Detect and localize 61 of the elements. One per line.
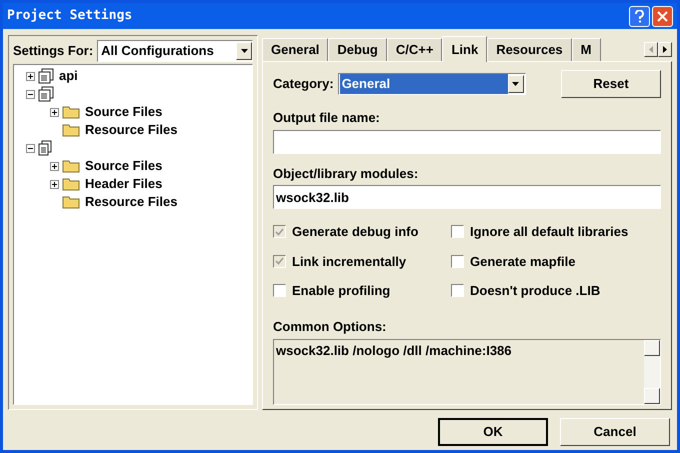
- reset-button[interactable]: Reset: [561, 70, 661, 98]
- folder-icon: [62, 105, 80, 119]
- expand-toggle[interactable]: [50, 180, 59, 188]
- close-icon: [657, 10, 668, 22]
- tab[interactable]: Link: [442, 36, 488, 62]
- common-options-field[interactable]: wsock32.lib /nologo /dll /machine:I386: [273, 339, 661, 405]
- dropdown-arrow-icon: [240, 49, 248, 53]
- project-icon: [38, 86, 54, 102]
- checkbox[interactable]: [273, 284, 286, 298]
- tab[interactable]: General: [262, 38, 328, 61]
- document-icon: [38, 140, 52, 156]
- checkbox-label: Link incrementally: [292, 252, 406, 271]
- common-options-label: Common Options:: [273, 318, 388, 336]
- help-icon: [635, 10, 644, 22]
- tree-item[interactable]: api: [59, 66, 78, 86]
- expand-toggle[interactable]: [50, 162, 59, 170]
- window-title: Project Settings: [7, 7, 132, 26]
- tree-item[interactable]: Source Files: [85, 102, 162, 122]
- tab-scroll-right-button[interactable]: [658, 42, 672, 57]
- tab[interactable]: Debug: [328, 38, 387, 61]
- category-label: Category:: [273, 75, 334, 94]
- tree-item[interactable]: Resource Files: [85, 192, 178, 212]
- checkbox-label: Enable profiling: [292, 282, 390, 300]
- settings-for-label: Settings For:: [13, 42, 94, 60]
- category-dropdown[interactable]: General: [338, 73, 526, 95]
- collapse-toggle[interactable]: [26, 144, 35, 152]
- collapse-toggle[interactable]: [26, 90, 35, 98]
- tab-scroll-left-button[interactable]: [644, 42, 658, 57]
- output-file-label: Output file name:: [273, 109, 381, 127]
- checkbox-label: Doesn't produce .LIB: [470, 282, 600, 300]
- output-file-field[interactable]: [273, 130, 661, 154]
- left-arrow-icon: [649, 46, 653, 53]
- close-button[interactable]: [652, 6, 673, 26]
- folder-icon: [62, 159, 80, 173]
- help-button[interactable]: [629, 6, 650, 26]
- right-arrow-icon: [663, 46, 667, 53]
- tree-item[interactable]: Source Files: [85, 156, 162, 176]
- expand-toggle[interactable]: [50, 108, 59, 116]
- dialog-button[interactable]: Cancel: [560, 418, 670, 446]
- tree-item[interactable]: Resource Files: [85, 120, 178, 140]
- dialog-button[interactable]: OK: [438, 418, 548, 446]
- tab[interactable]: C/C++: [386, 38, 442, 61]
- dropdown-arrow-icon: [512, 82, 520, 86]
- configuration-dropdown[interactable]: All Configurations: [97, 40, 253, 62]
- folder-icon: [62, 177, 80, 191]
- scrollbar[interactable]: [644, 340, 660, 404]
- checkbox-label: Ignore all default libraries: [470, 223, 628, 241]
- tab[interactable]: Resources: [487, 38, 572, 61]
- folder-icon: [62, 195, 80, 209]
- checkbox-label: Generate debug info: [292, 223, 418, 241]
- checkbox[interactable]: [451, 254, 464, 268]
- project-icon: [38, 68, 54, 84]
- tab[interactable]: M: [572, 38, 601, 61]
- folder-icon: [62, 123, 80, 137]
- modules-field[interactable]: wsock32.lib: [273, 185, 661, 209]
- checkbox[interactable]: [451, 225, 464, 238]
- checkbox-label: Generate mapfile: [470, 252, 576, 271]
- modules-label: Object/library modules:: [273, 164, 420, 183]
- checkbox[interactable]: [451, 284, 464, 298]
- expand-toggle[interactable]: [26, 72, 35, 80]
- tree-item[interactable]: Header Files: [85, 174, 162, 194]
